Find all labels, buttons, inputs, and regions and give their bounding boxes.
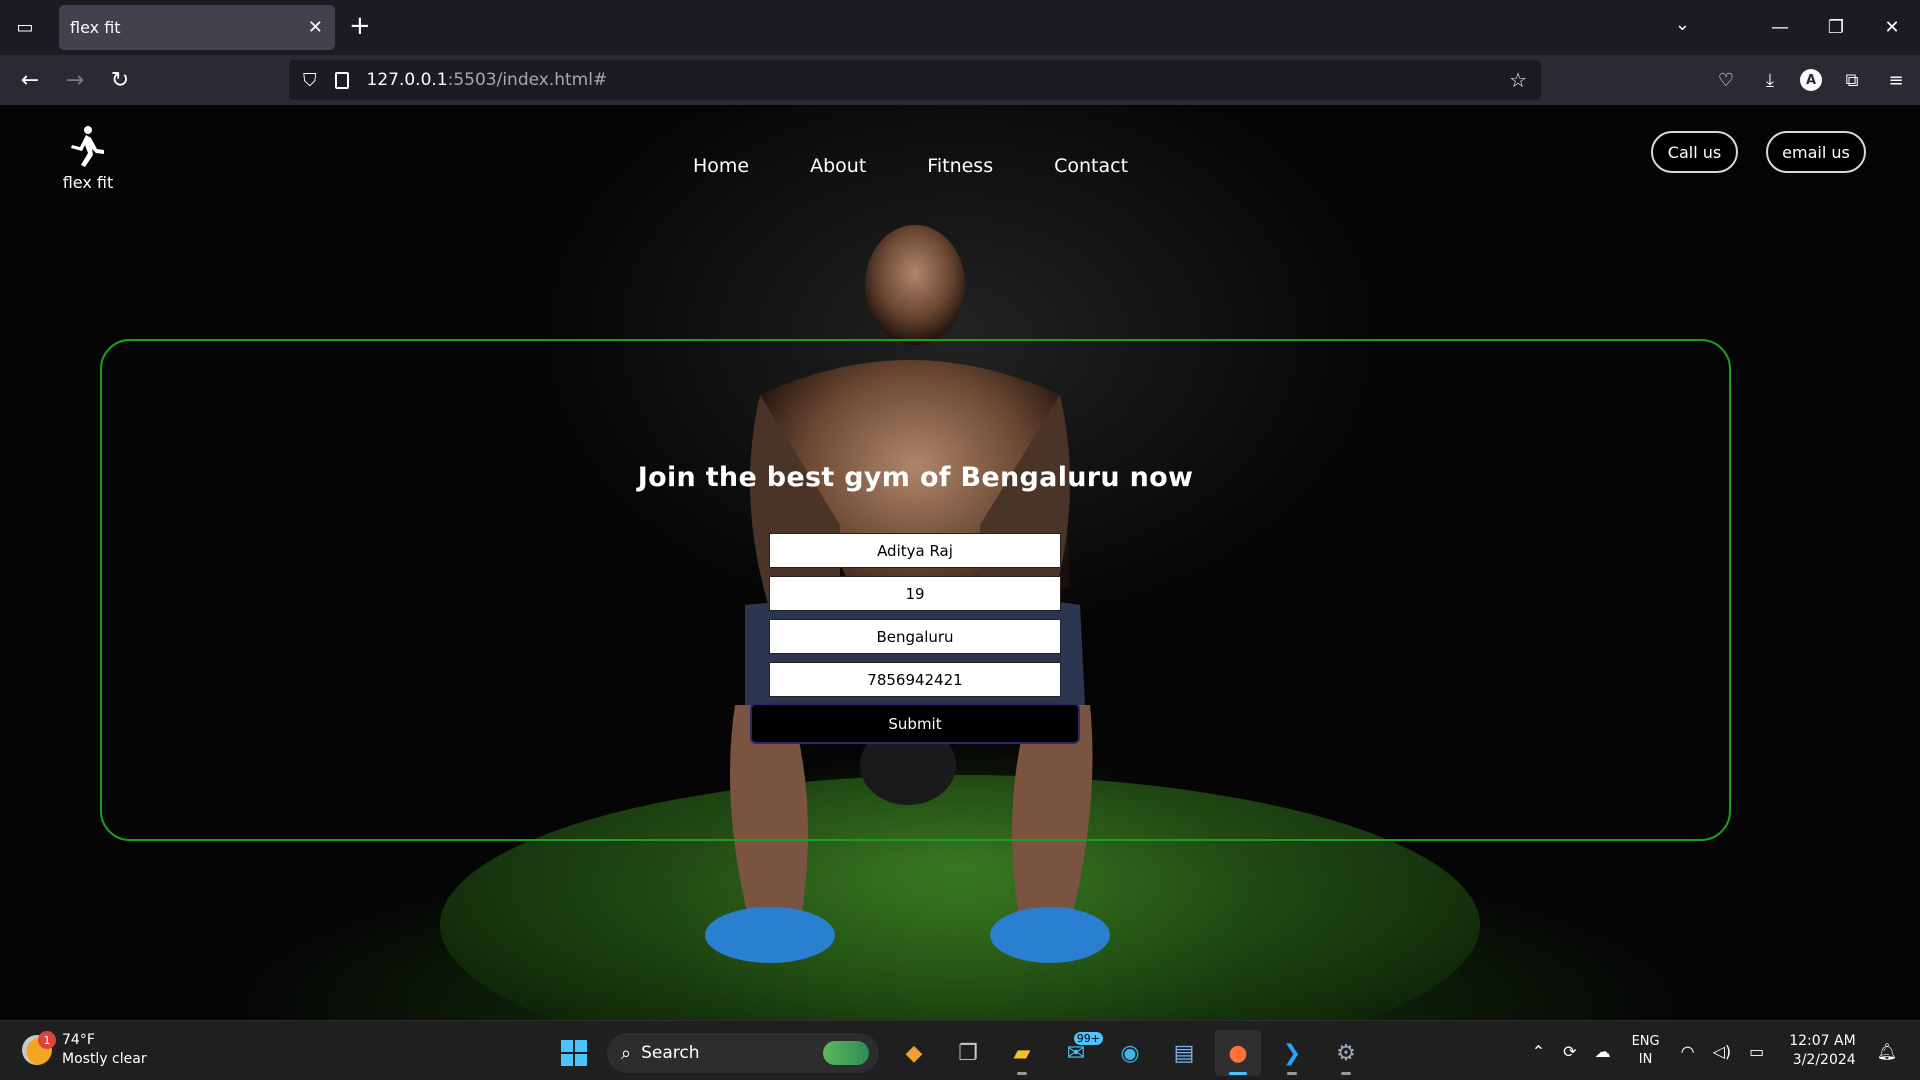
firefox-icon[interactable]: ● [1215, 1030, 1261, 1076]
start-button[interactable] [553, 1032, 595, 1074]
taskbar-apps: ⌕ Search ◆ ❐ ▰ ✉ 99+ ◉ ▤ ● ❯ ⚙ [553, 1030, 1369, 1076]
browser-navbar: ← → ↻ ⛉ 127.0.0.1:5503/index.html# ☆ ♡ ⤓… [0, 55, 1920, 105]
settings-icon[interactable]: ⚙ [1323, 1030, 1369, 1076]
sync-icon[interactable]: ⟳ [1563, 1042, 1576, 1061]
browser-tab[interactable]: flex fit ✕ [59, 5, 335, 50]
weather-badge: 1 [38, 1031, 56, 1049]
menu-icon[interactable]: ≡ [1882, 66, 1910, 94]
weather-temperature: 74°F [62, 1032, 95, 1048]
address-bar[interactable]: ⛉ 127.0.0.1:5503/index.html# ☆ [289, 60, 1541, 100]
forward-icon[interactable]: → [61, 66, 89, 94]
edge-icon[interactable]: ◉ [1107, 1030, 1153, 1076]
minimize-icon[interactable]: — [1752, 0, 1808, 55]
chevron-down-icon[interactable]: ⌄ [1675, 14, 1690, 35]
window-controls: — ❐ ✕ [1752, 0, 1920, 55]
nav-about[interactable]: About [810, 155, 866, 177]
page-icon [334, 71, 349, 89]
age-input[interactable] [769, 576, 1061, 611]
call-us-button[interactable]: Call us [1651, 131, 1738, 173]
search-label: Search [641, 1043, 700, 1063]
clock-date: 3/2/2024 [1792, 1052, 1856, 1068]
city-input[interactable] [769, 619, 1061, 654]
restore-icon[interactable]: ❐ [1808, 0, 1864, 55]
email-us-button[interactable]: email us [1766, 131, 1866, 173]
windows-logo-icon [561, 1040, 587, 1066]
vscode-icon[interactable]: ❯ [1269, 1030, 1315, 1076]
extensions-icon[interactable]: ⧉ [1838, 66, 1866, 94]
reload-icon[interactable]: ↻ [106, 66, 134, 94]
web-page: flex fit Home About Fitness Contact Call… [0, 105, 1920, 1020]
nav-fitness[interactable]: Fitness [927, 155, 993, 177]
download-icon[interactable]: ⤓ [1756, 66, 1784, 94]
tab-list-icon[interactable]: ▭ [12, 14, 38, 40]
browser-tabbar: ▭ flex fit ✕ + ⌄ — ❐ ✕ [0, 0, 1920, 55]
close-window-icon[interactable]: ✕ [1864, 0, 1920, 55]
site-nav: Home About Fitness Contact [693, 155, 1128, 177]
bookmark-star-icon[interactable]: ☆ [1509, 68, 1527, 92]
toolbar-icons: ♡ ⤓ A ⧉ ≡ [1712, 66, 1910, 94]
nav-contact[interactable]: Contact [1054, 155, 1128, 177]
notification-bell-icon[interactable]: 🔔︎ [1877, 1042, 1897, 1061]
windows-taskbar: 1 74°F Mostly clear ⌕ Search ◆ ❐ ▰ ✉ 99+ … [0, 1020, 1920, 1080]
copilot-icon[interactable]: ◆ [891, 1030, 937, 1076]
volume-icon[interactable]: ◁) [1713, 1042, 1732, 1061]
signup-headline: Join the best gym of Bengaluru now [637, 462, 1194, 493]
taskbar-search[interactable]: ⌕ Search [607, 1033, 879, 1073]
chevron-up-icon[interactable]: ⌃ [1532, 1042, 1545, 1061]
notepad-icon[interactable]: ▤ [1161, 1030, 1207, 1076]
wifi-icon[interactable]: ◠ [1681, 1042, 1695, 1061]
mail-icon[interactable]: ✉ 99+ [1053, 1030, 1103, 1076]
brand-logo[interactable]: flex fit [58, 125, 118, 192]
weather-widget[interactable]: 1 74°F Mostly clear [22, 1031, 147, 1069]
name-input[interactable] [769, 533, 1061, 568]
tab-title: flex fit [70, 18, 121, 37]
battery-icon[interactable]: ▭ [1749, 1042, 1764, 1061]
brand-name: flex fit [62, 173, 114, 192]
mail-count-badge: 99+ [1073, 1032, 1103, 1045]
weather-icon: 1 [22, 1031, 56, 1065]
onedrive-cloud-icon[interactable]: ☁ [1595, 1042, 1611, 1061]
weather-condition: Mostly clear [62, 1051, 147, 1067]
search-icon: ⌕ [621, 1042, 632, 1064]
search-highlight-icon [823, 1041, 869, 1065]
phone-input[interactable] [769, 662, 1061, 697]
system-tray: ⌃ ⟳ ☁ ENG IN ◠ ◁) ▭ 12:07 AM 3/2/2024 🔔︎ [1523, 1027, 1906, 1075]
account-avatar[interactable]: A [1800, 69, 1822, 91]
submit-button[interactable]: Submit [750, 703, 1080, 744]
runner-logo-icon [71, 126, 104, 167]
back-icon[interactable]: ← [16, 66, 44, 94]
nav-home[interactable]: Home [693, 155, 749, 177]
new-tab-icon[interactable]: + [349, 12, 371, 40]
task-view-icon[interactable]: ❐ [945, 1030, 991, 1076]
clock-time: 12:07 AM [1789, 1033, 1856, 1049]
language-indicator[interactable]: ENG IN [1632, 1033, 1660, 1069]
url-text[interactable]: 127.0.0.1:5503/index.html# [367, 70, 608, 90]
close-tab-icon[interactable]: ✕ [308, 17, 323, 38]
file-explorer-icon[interactable]: ▰ [999, 1030, 1045, 1076]
pocket-icon[interactable]: ♡ [1712, 66, 1740, 94]
clock[interactable]: 12:07 AM 3/2/2024 [1789, 1032, 1855, 1070]
shield-icon[interactable]: ⛉ [303, 70, 317, 91]
